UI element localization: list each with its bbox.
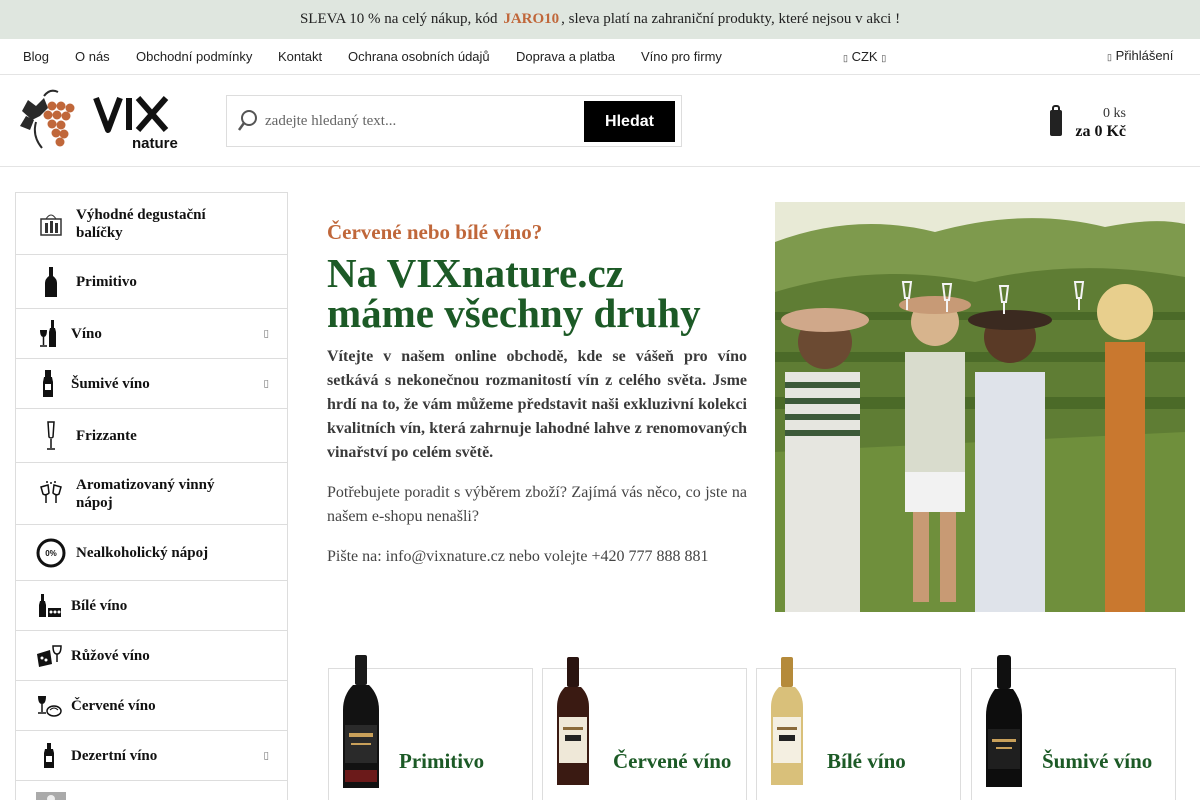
search-input[interactable] — [265, 105, 565, 137]
sidebar-item-label: Aromatizovaný vinný nápoj — [76, 476, 215, 511]
cart-total: za 0 Kč — [1075, 123, 1126, 140]
sidebar-item-label: Šumivé víno — [71, 375, 150, 392]
sparkling-bottle-icon — [986, 655, 1022, 787]
sidebar-item-label: Růžové víno — [71, 647, 150, 664]
promo-text-end: , sleva platí na zahraniční produkty, kt… — [561, 11, 901, 27]
hero-image — [775, 202, 1185, 612]
category-card-primitivo[interactable]: Primitivo — [328, 655, 533, 800]
wine-glass-bottle-icon — [38, 319, 60, 348]
nav-link-shipping[interactable]: Doprava a platba — [516, 49, 615, 64]
currency-icon: ▯ — [843, 53, 848, 63]
white-wine-bottle-icon — [771, 657, 803, 785]
category-card-title: Červené víno — [613, 749, 732, 773]
svg-text:nature: nature — [132, 135, 178, 152]
hero-section: Červené nebo bílé víno? Na VIXnature.cz … — [327, 202, 747, 569]
red-wine-icon — [36, 694, 62, 718]
sidebar-item-next[interactable] — [16, 781, 287, 800]
cart-quantity: 0 ks — [1103, 106, 1126, 121]
sidebar-item-white-wine[interactable]: Bílé víno — [16, 581, 287, 631]
chevron-right-icon[interactable]: ▯ — [263, 378, 269, 389]
hero-contact-text: Pište na: info@vixnature.cz nebo volejte… — [327, 548, 709, 565]
category-card-white-wine[interactable]: Bílé víno — [756, 657, 961, 800]
gift-box-icon — [38, 211, 64, 237]
promo-banner: SLEVA 10 % na celý nákup, kód JARO10, sl… — [0, 0, 1200, 39]
bottle-icon — [45, 266, 57, 297]
sidebar-item-wine[interactable]: Víno ▯ — [16, 309, 287, 359]
site-logo[interactable]: nature — [14, 86, 204, 156]
zero-percent-badge: 0% — [45, 549, 57, 558]
chevron-right-icon[interactable]: ▯ — [263, 750, 269, 761]
nav-link-privacy[interactable]: Ochrana osobních údajů — [348, 49, 490, 64]
top-navigation: Blog O nás Obchodní podmínky Kontakt Och… — [0, 39, 1200, 75]
category-icon — [36, 792, 66, 800]
sidebar-item-non-alcoholic[interactable]: 0% Nealkoholický nápoj — [16, 525, 287, 581]
nav-link-about[interactable]: O nás — [75, 49, 110, 64]
sidebar-item-rose-wine[interactable]: Růžové víno — [16, 631, 287, 681]
sidebar-item-label: Výhodné degustační balíčky — [76, 206, 206, 241]
login-label: Přihlášení — [1115, 48, 1174, 63]
sidebar-item-primitivo[interactable]: Primitivo — [16, 255, 287, 309]
sidebar-item-label: Víno — [71, 325, 102, 342]
sidebar-item-label: Nealkoholický nápoj — [76, 544, 209, 561]
cart-icon — [1050, 105, 1062, 136]
hero-help-text: Potřebujete poradit s výběrem zboží? Zaj… — [327, 484, 747, 525]
sidebar-item-tasting-packages[interactable]: Výhodné degustační balíčky — [16, 193, 287, 255]
zero-percent-icon: 0% — [36, 538, 66, 568]
search-button[interactable]: Hledat — [584, 101, 675, 142]
cart[interactable]: 0 ks za 0 Kč — [1048, 104, 1128, 144]
nav-link-blog[interactable]: Blog — [23, 49, 49, 64]
user-icon: ▯ — [1107, 52, 1112, 62]
sidebar-item-red-wine[interactable]: Červené víno — [16, 681, 287, 731]
promo-code: JARO10 — [503, 11, 560, 27]
grape-logo-icon: nature — [20, 89, 178, 152]
search-box: Hledat — [226, 95, 682, 147]
login-link[interactable]: ▯ Přihlášení — [1107, 48, 1173, 63]
sidebar-item-sparkling[interactable]: Šumivé víno ▯ — [16, 359, 287, 409]
chevron-right-icon[interactable]: ▯ — [263, 328, 269, 339]
category-card-title: Primitivo — [399, 749, 485, 773]
sparkling-bottle-icon — [41, 369, 55, 398]
nav-link-contact[interactable]: Kontakt — [278, 49, 322, 64]
nav-link-terms[interactable]: Obchodní podmínky — [136, 49, 252, 64]
flute-glass-icon — [45, 420, 57, 451]
sidebar-item-label: Červené víno — [71, 697, 156, 714]
currency-selector[interactable]: ▯ CZK ▯ — [843, 49, 886, 64]
hero-title-line2: máme všechny druhy — [327, 290, 701, 336]
site-header: nature Hledat 0 ks za 0 Kč — [0, 76, 1200, 167]
category-card-red-wine[interactable]: Červené víno — [542, 657, 747, 800]
red-wine-bottle-icon — [557, 657, 589, 785]
promo-text: SLEVA 10 % na celý nákup, kód — [299, 11, 498, 27]
search-icon — [237, 110, 257, 131]
rose-wine-icon — [36, 644, 62, 668]
sidebar-item-label: Frizzante — [76, 427, 137, 444]
hero-kicker: Červené nebo bílé víno? — [327, 220, 543, 244]
hero-intro: Vítejte v našem online obchodě, kde se v… — [327, 348, 747, 461]
category-card-sparkling[interactable]: Šumivé víno — [971, 655, 1176, 800]
dessert-wine-icon — [43, 742, 55, 769]
sidebar-item-aromatized[interactable]: Aromatizovaný vinný nápoj — [16, 463, 287, 525]
nav-link-business[interactable]: Víno pro firmy — [641, 49, 722, 64]
category-card-title: Bílé víno — [827, 749, 906, 773]
sidebar-item-label: Bílé víno — [71, 597, 128, 614]
sidebar-item-dessert-wine[interactable]: Dezertní víno ▯ — [16, 731, 287, 781]
sidebar-item-label: Primitivo — [76, 273, 137, 290]
white-wine-icon — [36, 593, 62, 618]
primitivo-bottle-icon — [343, 655, 379, 788]
hero-title: Na VIXnature.cz máme všechny druhy — [327, 253, 747, 336]
category-sidebar: Výhodné degustační balíčky Primitivo Vín… — [15, 192, 288, 800]
sidebar-item-frizzante[interactable]: Frizzante — [16, 409, 287, 463]
toast-glasses-icon — [38, 480, 64, 507]
sidebar-item-label: Dezertní víno — [71, 747, 158, 764]
currency-label: CZK — [851, 49, 878, 64]
category-card-title: Šumivé víno — [1042, 749, 1153, 773]
chevron-down-icon: ▯ — [881, 53, 887, 63]
